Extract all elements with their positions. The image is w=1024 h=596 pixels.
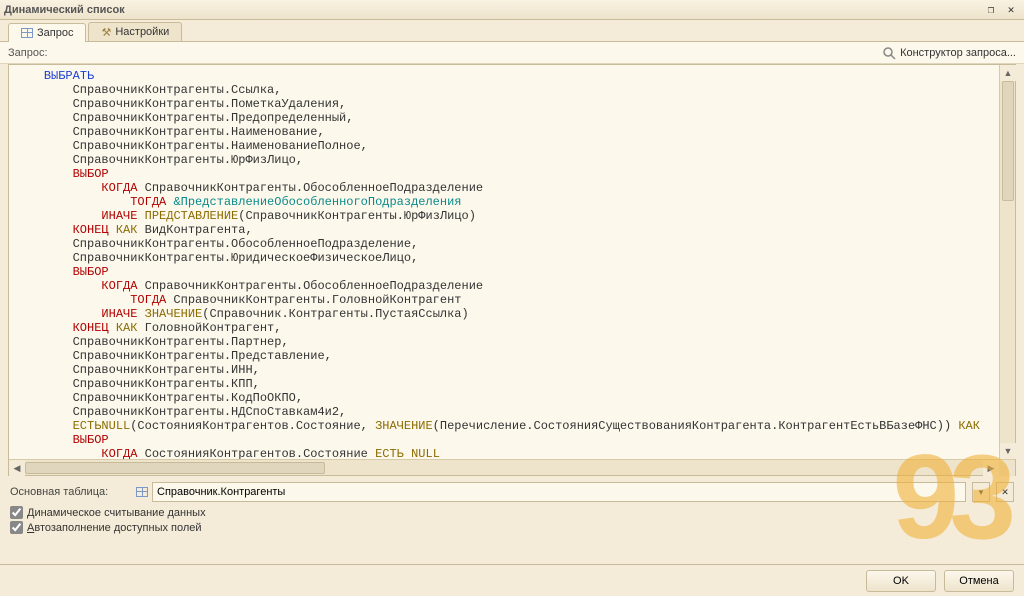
query-tab-icon bbox=[21, 28, 33, 38]
main-table-dropdown-button[interactable]: ▾ bbox=[972, 482, 990, 502]
tab-settings[interactable]: ⚒ Настройки bbox=[88, 22, 182, 41]
tab-settings-label: Настройки bbox=[115, 26, 169, 38]
tab-query[interactable]: Запрос bbox=[8, 23, 86, 42]
cancel-button[interactable]: Отмена bbox=[944, 570, 1014, 592]
titlebar: Динамический список ❐ ✕ bbox=[0, 0, 1024, 20]
main-table-clear-button[interactable]: ✕ bbox=[996, 482, 1014, 502]
toolbar: Запрос: Конструктор запроса... bbox=[0, 42, 1024, 64]
window-close-button[interactable]: ✕ bbox=[1002, 3, 1020, 17]
scroll-thumb-h[interactable] bbox=[25, 462, 325, 474]
query-label: Запрос: bbox=[8, 47, 48, 59]
autofill-fields-checkbox[interactable] bbox=[10, 521, 23, 534]
autofill-fields-label[interactable]: Автозаполнение доступных полей bbox=[27, 522, 202, 534]
window-title: Динамический список bbox=[4, 4, 980, 16]
bottom-panel: Основная таблица: ▾ ✕ Динамическое считы… bbox=[0, 476, 1024, 542]
table-icon bbox=[136, 487, 148, 497]
vertical-scrollbar[interactable]: ▲ ▼ bbox=[999, 65, 1015, 459]
settings-tab-icon: ⚒ bbox=[101, 26, 111, 39]
tab-bar: Запрос ⚒ Настройки bbox=[0, 20, 1024, 42]
main-table-label: Основная таблица: bbox=[10, 486, 130, 498]
tab-query-label: Запрос bbox=[37, 27, 73, 39]
footer: OK Отмена bbox=[0, 564, 1024, 596]
dynamic-read-checkbox[interactable] bbox=[10, 506, 23, 519]
main-table-input[interactable] bbox=[152, 482, 966, 502]
scroll-left-button[interactable]: ◀ bbox=[9, 460, 25, 476]
window-restore-button[interactable]: ❐ bbox=[982, 3, 1000, 17]
code-editor[interactable]: ВЫБРАТЬ СправочникКонтрагенты.Ссылка, Сп… bbox=[8, 64, 1016, 476]
magnifier-icon bbox=[882, 46, 896, 60]
ok-button[interactable]: OK bbox=[866, 570, 936, 592]
dynamic-read-label[interactable]: Динамическое считывание данных bbox=[27, 507, 206, 519]
constructor-label: Конструктор запроса... bbox=[900, 47, 1016, 59]
query-constructor-button[interactable]: Конструктор запроса... bbox=[882, 46, 1016, 60]
scroll-thumb-v[interactable] bbox=[1002, 81, 1014, 201]
scroll-up-button[interactable]: ▲ bbox=[1000, 65, 1016, 81]
scroll-down-button[interactable]: ▼ bbox=[1000, 443, 1016, 459]
scroll-right-button[interactable]: ▶ bbox=[983, 460, 999, 476]
horizontal-scrollbar[interactable]: ◀ ▶ bbox=[9, 459, 1015, 475]
